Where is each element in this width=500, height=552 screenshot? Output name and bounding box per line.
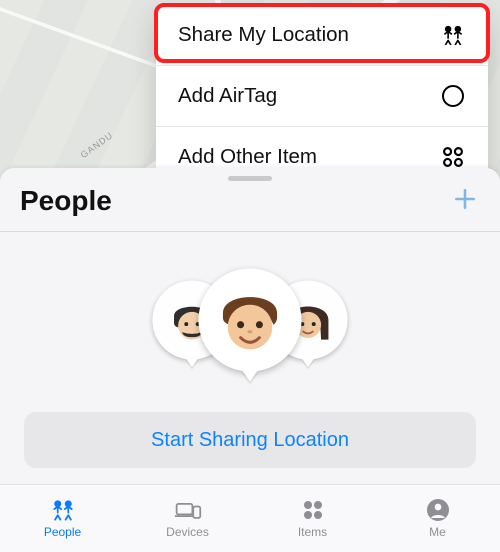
tab-devices[interactable]: Devices (125, 485, 250, 552)
add-menu-popover: Share My Location Add AirTag Add Other I… (156, 5, 488, 187)
tab-items[interactable]: Items (250, 485, 375, 552)
tab-label: Devices (166, 525, 209, 539)
people-panel: People (0, 168, 500, 484)
divider (0, 231, 500, 232)
tab-me[interactable]: Me (375, 485, 500, 552)
menu-item-label: Add AirTag (178, 84, 277, 108)
people-icon (49, 498, 77, 522)
page-title: People (20, 185, 112, 217)
button-label: Start Sharing Location (151, 429, 349, 452)
plus-icon (452, 186, 478, 217)
start-sharing-button[interactable]: Start Sharing Location (24, 412, 476, 468)
menu-item-label: Share My Location (178, 23, 349, 47)
app-screen: GANDU Share My Location Add AirTag Add O… (0, 0, 500, 552)
tab-label: People (44, 525, 81, 539)
suggested-contacts (0, 258, 500, 382)
circle-icon (440, 83, 466, 109)
contact-avatar[interactable] (198, 268, 301, 371)
people-icon (440, 22, 466, 48)
add-button[interactable] (450, 186, 480, 216)
panel-header: People (0, 181, 500, 231)
grid-dots-icon (440, 144, 466, 170)
tab-label: Me (429, 525, 446, 539)
tab-people[interactable]: People (0, 485, 125, 552)
map-street-label: GANDU (79, 130, 115, 160)
menu-item-add-airtag[interactable]: Add AirTag (156, 66, 488, 127)
grid-dots-icon (299, 498, 327, 522)
menu-item-label: Add Other Item (178, 145, 317, 169)
memoji-icon (203, 273, 297, 367)
tab-bar: People Devices Items (0, 484, 500, 552)
devices-icon (174, 498, 202, 522)
person-icon (424, 498, 452, 522)
menu-item-share-location[interactable]: Share My Location (156, 5, 488, 66)
tab-label: Items (298, 525, 327, 539)
